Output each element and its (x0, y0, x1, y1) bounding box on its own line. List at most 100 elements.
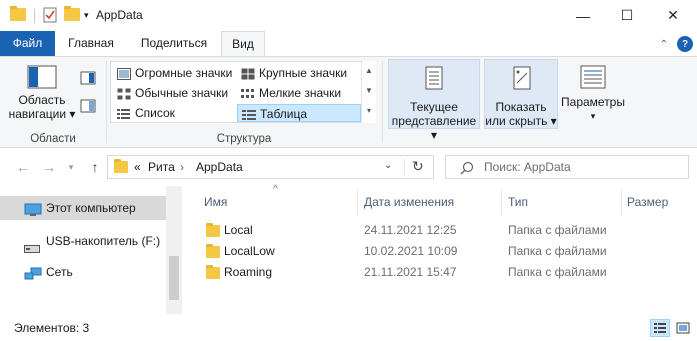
breadcrumb-item[interactable]: AppData (196, 160, 243, 174)
table-row[interactable]: Local 24.11.2021 12:25 Папка с файлами (182, 220, 697, 241)
window-title: AppData (96, 8, 143, 22)
current-view-label-2: представление ▾ (391, 114, 477, 142)
breadcrumb-item[interactable]: Рита (148, 160, 175, 174)
navigation-pane-icon (27, 65, 57, 89)
scrollbar-thumb[interactable] (169, 256, 179, 300)
help-icon[interactable]: ? (677, 36, 693, 52)
status-bar: Элементов: 3 (0, 314, 697, 341)
options-label: Параметры (561, 95, 625, 109)
usb-drive-icon (24, 237, 40, 261)
properties-icon[interactable] (42, 7, 58, 26)
current-view-icon (425, 66, 443, 90)
expand-gallery-icon[interactable]: ▾ (362, 101, 376, 121)
current-view-button[interactable]: Текущее представление ▾ (388, 59, 480, 142)
search-icon (460, 161, 474, 175)
small-icons-icon (241, 87, 255, 99)
address-bar-row: ← → ▾ ↑ « Рита › AppData ⌄ ↻ Поиск: AppD… (0, 148, 697, 186)
navigation-pane-label-2: навигации ▾ (8, 107, 76, 121)
sort-ascending-icon: ^ (273, 184, 278, 195)
layout-gallery: Огромные значки Крупные значки Обычные з… (110, 61, 376, 123)
title-bar: ▾ AppData — ☐ ✕ (0, 0, 697, 31)
navigation-pane-button[interactable]: Область навигации ▾ (6, 63, 78, 129)
details-icon (242, 108, 256, 120)
large-icons-view-button[interactable] (673, 319, 693, 337)
show-hide-button[interactable]: Показать или скрыть ▾ (484, 59, 558, 129)
folder-icon (206, 244, 220, 258)
file-type: Папка с файлами (508, 223, 607, 237)
scroll-down-icon[interactable]: ▼ (362, 81, 376, 101)
breadcrumb-overflow[interactable]: « (134, 160, 141, 174)
options-dropdown-icon: ▾ (590, 111, 596, 121)
options-icon (580, 65, 606, 89)
maximize-button[interactable]: ☐ (604, 0, 650, 31)
folder-icon (206, 223, 220, 237)
show-hide-icon (513, 66, 531, 90)
tab-file[interactable]: Файл (0, 31, 55, 56)
network-icon (24, 265, 42, 289)
address-bar[interactable]: « Рита › AppData ⌄ ↻ (107, 155, 434, 179)
table-row[interactable]: LocalLow 10.02.2021 10:09 Папка с файлам… (182, 241, 697, 262)
divider (34, 9, 35, 23)
navigation-pane-label-1: Область (18, 93, 66, 107)
up-button[interactable]: ↑ (86, 158, 104, 176)
nav-item-this-pc[interactable]: Этот компьютер (0, 196, 166, 220)
minimize-button[interactable]: — (560, 0, 606, 31)
file-date: 24.11.2021 12:25 (364, 223, 457, 237)
navigation-pane: Этот компьютер USB-накопитель (F:) Сеть (0, 186, 182, 314)
column-header-name[interactable]: Имя (204, 191, 227, 213)
tab-share[interactable]: Поделиться (134, 31, 214, 56)
collapse-ribbon-icon[interactable]: ⌃ (656, 36, 672, 52)
refresh-icon[interactable]: ↻ (412, 158, 424, 175)
forward-button[interactable]: → (40, 158, 58, 176)
file-name: Roaming (224, 265, 273, 279)
layout-extra-large-icons[interactable]: Огромные значки (113, 64, 232, 82)
column-header-type[interactable]: Тип (508, 191, 528, 213)
navigation-scrollbar[interactable] (166, 186, 182, 314)
ribbon: Область навигации ▾ Области Огромные зна… (0, 56, 697, 148)
show-hide-label-1: Показать (495, 100, 547, 114)
address-dropdown-icon[interactable]: ⌄ (384, 160, 392, 171)
preview-pane-icon[interactable] (80, 71, 96, 88)
layout-large-icons[interactable]: Крупные значки (237, 64, 347, 82)
tab-home[interactable]: Главная (60, 31, 122, 56)
layout-list[interactable]: Список (113, 104, 175, 122)
extra-large-icons-icon (117, 67, 131, 80)
layout-medium-icons[interactable]: Обычные значки (113, 84, 228, 102)
layout-details[interactable]: Таблица (237, 104, 361, 122)
file-type: Папка с файлами (508, 244, 607, 258)
large-icons-view-icon (676, 322, 690, 334)
current-view-label-1: Текущее (410, 100, 458, 114)
computer-icon (24, 201, 42, 225)
medium-icons-icon (117, 87, 131, 100)
file-name: LocalLow (224, 244, 275, 258)
folder-icon (114, 159, 128, 173)
folder-icon (10, 6, 26, 21)
nav-item-network[interactable]: Сеть (0, 260, 166, 284)
details-view-button[interactable] (650, 319, 670, 337)
column-header-size[interactable]: Размер (627, 191, 668, 213)
details-pane-icon[interactable] (80, 99, 96, 116)
close-button[interactable]: ✕ (650, 0, 696, 31)
show-hide-label-2: или скрыть ▾ (485, 114, 557, 128)
search-input[interactable]: Поиск: AppData (445, 155, 689, 179)
tab-view[interactable]: Вид (221, 31, 265, 57)
table-row[interactable]: Roaming 21.11.2021 15:47 Папка с файлами (182, 262, 697, 283)
column-header-date[interactable]: Дата изменения (364, 191, 454, 213)
new-folder-icon[interactable] (64, 6, 80, 21)
layout-gallery-scroll[interactable]: ▲ ▼ ▾ (361, 61, 376, 123)
search-placeholder: Поиск: AppData (484, 160, 571, 174)
group-label-areas: Области (30, 133, 76, 145)
back-button[interactable]: ← (14, 158, 32, 176)
layout-small-icons[interactable]: Мелкие значки (237, 84, 341, 102)
group-label-structure: Структура (216, 133, 272, 145)
customize-quick-access-icon[interactable]: ▾ (84, 10, 89, 21)
recent-locations-icon[interactable]: ▾ (62, 158, 80, 176)
file-list: ^ Имя Дата изменения Тип Размер Local 24… (182, 184, 697, 314)
nav-item-usb-drive[interactable]: USB-накопитель (F:) (0, 229, 166, 253)
folder-icon (206, 265, 220, 279)
scroll-up-icon[interactable]: ▲ (362, 61, 376, 81)
options-button[interactable]: Параметры ▾ (560, 63, 626, 129)
file-type: Папка с файлами (508, 265, 607, 279)
item-count: Элементов: 3 (14, 321, 90, 335)
breadcrumb-separator[interactable]: › (180, 160, 184, 174)
